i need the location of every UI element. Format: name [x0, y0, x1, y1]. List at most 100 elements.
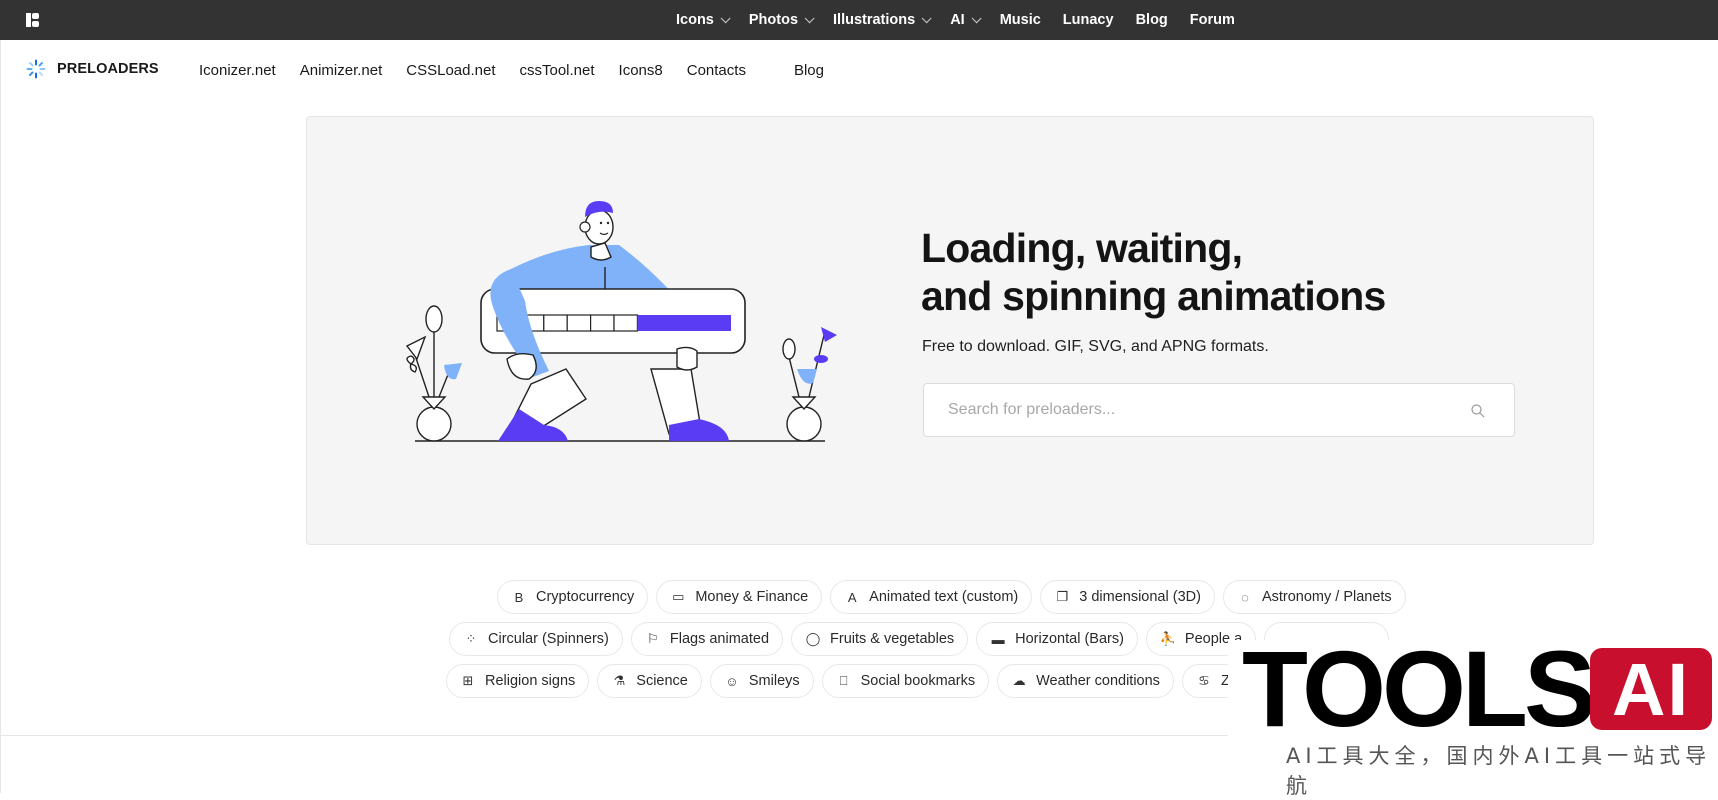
- right-plant: [782, 327, 837, 442]
- progress-cell: [566, 314, 592, 332]
- progress-cell: [543, 314, 568, 332]
- spinner-icon: ⁘: [465, 631, 477, 646]
- topnav-item-icons[interactable]: Icons: [676, 12, 731, 28]
- cube-3d-icon: ❐: [1056, 589, 1069, 604]
- bitcoin-icon: B: [514, 589, 524, 605]
- category-chip[interactable]: ⎕ Social bookmarks: [821, 664, 990, 698]
- topnav-label: Forum: [1189, 12, 1235, 28]
- headline-line-2: and spinning animations: [921, 273, 1386, 319]
- money-icon: ▭: [672, 589, 685, 604]
- topnav-label: Icons: [676, 12, 714, 28]
- chevron-down-icon: [804, 12, 815, 23]
- topnav-label: AI: [950, 12, 965, 28]
- zodiac-icon: ♋: [1198, 673, 1210, 688]
- site-subnav: PRELOADERS Iconizer.net Animizer.net CSSLo…: [0, 40, 1718, 100]
- hero-panel: Loading, waiting, and spinning animation…: [306, 116, 1594, 545]
- category-label: Circular (Spinners): [488, 631, 609, 647]
- microscope-icon: ⚗: [613, 673, 626, 688]
- category-label: Animated text (custom): [869, 589, 1019, 605]
- left-hand: [506, 352, 537, 380]
- subnav-link-animizer-net[interactable]: Animizer.net: [300, 62, 383, 79]
- partner-links: Iconizer.net Animizer.net CSSLoad.net cssTo…: [199, 40, 848, 100]
- chevron-down-icon: [720, 12, 731, 23]
- apple-icon: ◯: [805, 631, 821, 646]
- flag-icon: ⚐: [647, 631, 659, 646]
- top-navbar: Icons Photos Illustrations AI Music Lunacy Blo…: [0, 0, 1718, 40]
- watermark-tagline: AI工具大全，国内外AI工具一站式导航: [1286, 744, 1712, 798]
- category-row: B Cryptocurrency ▭ Money & Finance A Animated…: [497, 580, 1406, 614]
- subnav-link-iconizer-net[interactable]: Iconizer.net: [199, 62, 276, 79]
- watermark-brand-text: TOOLS: [1242, 628, 1596, 749]
- left-plant: [405, 305, 462, 442]
- man-carrying-progress-bar-illustration: [405, 201, 837, 442]
- category-label: 3 dimensional (3D): [1079, 589, 1201, 605]
- category-chip[interactable]: B Cryptocurrency: [497, 580, 649, 614]
- topnav-label: Lunacy: [1062, 12, 1114, 28]
- smiley-icon: ☺: [725, 673, 739, 689]
- topnav-item-music[interactable]: Music: [1000, 12, 1041, 28]
- brand-logo[interactable]: PRELOADERS: [26, 59, 159, 79]
- category-chip[interactable]: ⁘ Circular (Spinners): [449, 622, 623, 656]
- category-chip[interactable]: ◯ Fruits & vegetables: [791, 622, 969, 656]
- watermark-ai-badge: AI: [1590, 648, 1712, 731]
- cloud-lightning-icon: ☁: [1012, 673, 1026, 688]
- progress-bar-fill: [637, 315, 731, 331]
- religion-book-icon: ⊞: [462, 673, 474, 688]
- topnav-item-blog[interactable]: Blog: [1136, 12, 1168, 28]
- topnav-item-ai[interactable]: AI: [950, 12, 982, 28]
- search-input[interactable]: [924, 384, 1514, 436]
- category-label: Science: [636, 673, 688, 689]
- category-label: Smileys: [748, 673, 800, 689]
- hero-headline: Loading, waiting, and spinning animation…: [921, 224, 1386, 320]
- topnav-label: Blog: [1135, 12, 1168, 28]
- category-chip[interactable]: ▬ Horizontal (Bars): [976, 622, 1138, 656]
- subnav-link-contacts[interactable]: Contacts: [687, 62, 746, 79]
- category-chip[interactable]: A Animated text (custom): [830, 580, 1033, 614]
- category-chip[interactable]: ☺ Smileys: [709, 664, 814, 698]
- progress-cell: [590, 314, 615, 332]
- person-running-icon: ⛹: [1159, 631, 1177, 646]
- topnav-label: Illustrations: [833, 12, 916, 28]
- headline-line-1: Loading, waiting,: [921, 225, 1243, 271]
- category-label: Social bookmarks: [860, 673, 976, 689]
- category-label: Weather conditions: [1036, 673, 1160, 689]
- category-chip[interactable]: ⚗ Science: [597, 664, 702, 698]
- chevron-down-icon: [971, 12, 982, 23]
- category-chip[interactable]: ☁ Weather conditions: [997, 664, 1174, 698]
- category-chip[interactable]: ⚐ Flags animated: [630, 622, 784, 656]
- category-label: Religion signs: [485, 673, 576, 689]
- category-label: Flags animated: [669, 631, 770, 647]
- text-icon: A: [847, 589, 857, 605]
- topnav-item-lunacy[interactable]: Lunacy: [1063, 12, 1114, 28]
- chevron-down-icon: [921, 12, 932, 23]
- subnav-link-blog[interactable]: Blog: [794, 62, 824, 79]
- planet-icon: ◌: [1241, 589, 1249, 605]
- search-icon[interactable]: [1470, 403, 1486, 419]
- search-box[interactable]: [923, 383, 1515, 437]
- right-hand: [676, 346, 698, 371]
- category-label: Money & Finance: [695, 589, 809, 605]
- battery-bar-icon: ▬: [991, 631, 1005, 647]
- subnav-link-cssload-net[interactable]: CSSLoad.net: [406, 62, 495, 79]
- category-chip[interactable]: ⊞ Religion signs: [446, 664, 590, 698]
- icons8-logo-icon[interactable]: [25, 12, 41, 28]
- topnav-item-forum[interactable]: Forum: [1190, 12, 1235, 28]
- subnav-link-csstool-net[interactable]: cssTool.net: [520, 62, 595, 79]
- category-label: Horizontal (Bars): [1015, 631, 1124, 647]
- category-label: Astronomy / Planets: [1261, 589, 1392, 605]
- topnav-item-illustrations[interactable]: Illustrations: [833, 12, 932, 28]
- category-label: Fruits & vegetables: [830, 631, 955, 647]
- top-nav-menu: Icons Photos Illustrations AI Music Lunacy Blo…: [676, 0, 1257, 40]
- category-row: ⊞ Religion signs ⚗ Science ☺ Smileys ⎕ Social b…: [446, 664, 1260, 698]
- hero-subtitle: Free to download. GIF, SVG, and APNG for…: [922, 338, 1269, 355]
- topnav-label: Photos: [748, 12, 799, 28]
- category-label: Cryptocurrency: [536, 589, 635, 605]
- brand-name: PRELOADERS: [57, 61, 159, 77]
- subnav-link-icons8[interactable]: Icons8: [619, 62, 663, 79]
- category-chip[interactable]: ▭ Money & Finance: [656, 580, 823, 614]
- category-chip[interactable]: ◌ Astronomy / Planets: [1222, 580, 1406, 614]
- topnav-item-photos[interactable]: Photos: [748, 12, 815, 28]
- tools-ai-watermark: TOOLS AI AI工具大全，国内外AI工具一站式导航: [1228, 634, 1718, 798]
- progress-cell: [613, 314, 638, 332]
- category-chip[interactable]: ❐ 3 dimensional (3D): [1040, 580, 1215, 614]
